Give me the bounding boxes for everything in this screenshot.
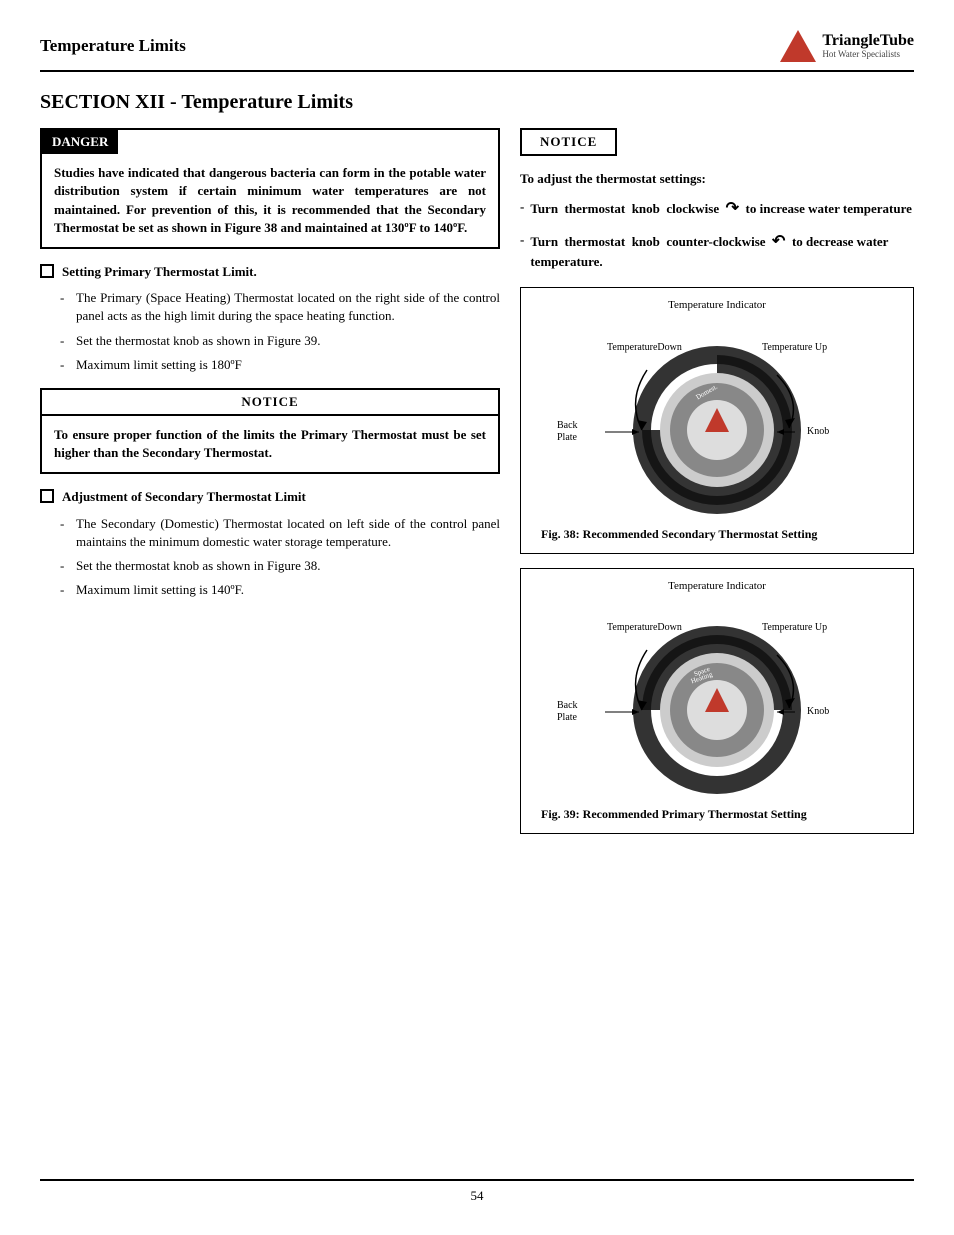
fig38-svg-area: TemperatureDown Temperature Up bbox=[531, 320, 903, 520]
section-heading: SECTION XII - Temperature Limits bbox=[40, 88, 914, 116]
fig38-diagram: Temperature Indicator TemperatureDown Te… bbox=[520, 287, 914, 553]
primary-thermostat-heading: Setting Primary Thermostat Limit. bbox=[40, 263, 500, 281]
fig39-svg: TemperatureDown Temperature Up bbox=[547, 600, 887, 800]
notice-tag-right: NOTICE bbox=[520, 128, 617, 156]
logo-text: TriangleTube Hot Water Specialists bbox=[822, 32, 914, 59]
adjust-text-1: Turn thermostat knob clockwise ↷ to incr… bbox=[530, 201, 912, 216]
notice-content-left: To ensure proper function of the limits … bbox=[42, 416, 498, 472]
svg-text:Plate: Plate bbox=[557, 432, 578, 443]
adjust-item-1: - Turn thermostat knob clockwise ↷ to in… bbox=[520, 198, 914, 220]
page-header: Temperature Limits TriangleTube Hot Wate… bbox=[40, 30, 914, 72]
svg-text:Knob: Knob bbox=[807, 706, 829, 717]
page-footer: 54 bbox=[40, 1179, 914, 1205]
fig39-caption: Fig. 39: Recommended Primary Thermostat … bbox=[531, 806, 903, 823]
svg-text:Back: Back bbox=[557, 700, 578, 711]
danger-label: DANGER bbox=[42, 130, 118, 154]
logo-tagline: Hot Water Specialists bbox=[822, 50, 914, 60]
adjust-list: - Turn thermostat knob clockwise ↷ to in… bbox=[520, 198, 914, 271]
fig39-diagram: Temperature Indicator TemperatureDown Te… bbox=[520, 568, 914, 834]
list-item: Set the thermostat knob as shown in Figu… bbox=[60, 557, 500, 575]
fig39-svg-area: TemperatureDown Temperature Up bbox=[531, 600, 903, 800]
adjust-item-2: - Turn thermostat knob counter-clockwise… bbox=[520, 231, 914, 272]
clockwise-arrow-icon: ↷ bbox=[726, 200, 739, 217]
list-item: Maximum limit setting is 140ºF. bbox=[60, 581, 500, 599]
list-item: Set the thermostat knob as shown in Figu… bbox=[60, 332, 500, 350]
checkbox-icon-2 bbox=[40, 489, 54, 503]
svg-text:Knob: Knob bbox=[807, 426, 829, 437]
primary-thermostat-list: The Primary (Space Heating) Thermostat l… bbox=[40, 289, 500, 374]
page: Temperature Limits TriangleTube Hot Wate… bbox=[0, 0, 954, 1235]
left-column: DANGER Studies have indicated that dange… bbox=[40, 128, 500, 1159]
page-number: 54 bbox=[471, 1188, 484, 1203]
svg-text:TemperatureDown: TemperatureDown bbox=[607, 622, 682, 633]
adjust-text-2: Turn thermostat knob counter-clockwise ↶… bbox=[530, 234, 888, 269]
list-item: The Secondary (Domestic) Thermostat loca… bbox=[60, 515, 500, 551]
svg-text:TemperatureDown: TemperatureDown bbox=[607, 342, 682, 353]
danger-box: DANGER Studies have indicated that dange… bbox=[40, 128, 500, 249]
notice-label-left: NOTICE bbox=[42, 390, 498, 416]
list-item: Maximum limit setting is 180ºF bbox=[60, 356, 500, 374]
primary-thermostat-section: Setting Primary Thermostat Limit. The Pr… bbox=[40, 263, 500, 374]
fig38-caption: Fig. 38: Recommended Secondary Thermosta… bbox=[531, 526, 903, 543]
secondary-thermostat-list: The Secondary (Domestic) Thermostat loca… bbox=[40, 515, 500, 600]
header-title: Temperature Limits bbox=[40, 34, 186, 58]
logo-area: TriangleTube Hot Water Specialists bbox=[780, 30, 914, 62]
logo-triangle-icon bbox=[780, 30, 816, 62]
fig38-svg: TemperatureDown Temperature Up bbox=[547, 320, 887, 520]
secondary-thermostat-heading: Adjustment of Secondary Thermostat Limit bbox=[40, 488, 500, 506]
svg-text:Back: Back bbox=[557, 420, 578, 431]
danger-content: Studies have indicated that dangerous ba… bbox=[42, 154, 498, 247]
content-area: DANGER Studies have indicated that dange… bbox=[40, 128, 914, 1159]
svg-text:Plate: Plate bbox=[557, 712, 578, 723]
list-item: The Primary (Space Heating) Thermostat l… bbox=[60, 289, 500, 325]
counterclockwise-arrow-icon: ↶ bbox=[772, 233, 785, 250]
adjust-title: To adjust the thermostat settings: bbox=[520, 170, 914, 188]
svg-text:Temperature Up: Temperature Up bbox=[762, 622, 827, 633]
fig38-indicator-label: Temperature Indicator bbox=[531, 298, 903, 313]
notice-box-left: NOTICE To ensure proper function of the … bbox=[40, 388, 500, 475]
logo-brand: TriangleTube bbox=[822, 32, 914, 50]
fig39-indicator-label: Temperature Indicator bbox=[531, 579, 903, 594]
svg-text:Temperature Up: Temperature Up bbox=[762, 342, 827, 353]
right-column: NOTICE To adjust the thermostat settings… bbox=[520, 128, 914, 1159]
checkbox-icon bbox=[40, 264, 54, 278]
secondary-thermostat-section: Adjustment of Secondary Thermostat Limit… bbox=[40, 488, 500, 599]
